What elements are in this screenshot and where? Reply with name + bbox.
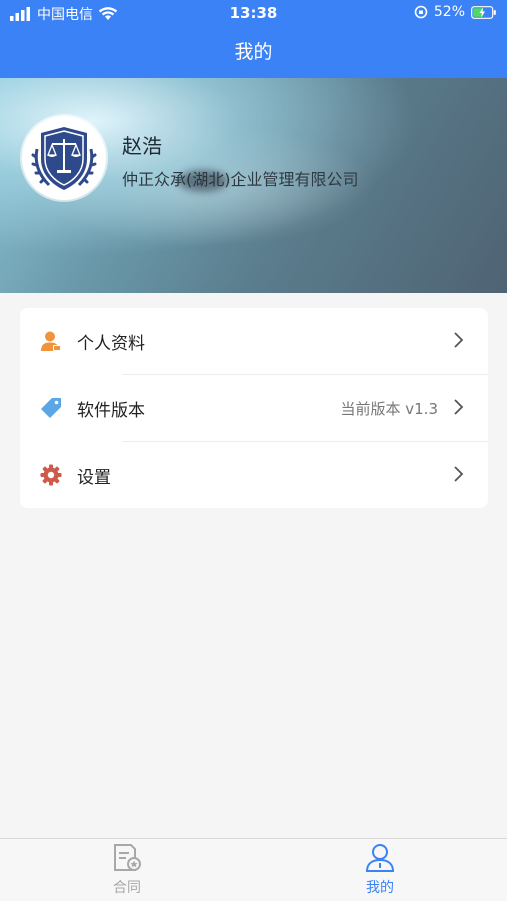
menu-card: 个人资料 软件版本 当前版本 v1.3 设置: [20, 308, 488, 508]
menu-item-label: 设置: [77, 468, 111, 488]
user-profile-icon: [41, 331, 61, 351]
menu-item-label: 软件版本: [77, 401, 145, 421]
chevron-right-icon: [454, 466, 464, 482]
page-title: 我的: [234, 41, 273, 63]
gear-icon: [40, 464, 62, 486]
battery-charging-icon: [471, 5, 496, 19]
tab-label: 我的: [366, 880, 394, 896]
version-value: 当前版本 v1.3: [340, 400, 438, 418]
status-right: 52%: [414, 4, 497, 20]
tag-icon: [41, 398, 61, 418]
chevron-right-icon: [454, 399, 464, 415]
orientation-lock-icon: [414, 5, 428, 19]
justice-emblem-icon: [31, 127, 97, 190]
avatar[interactable]: [22, 116, 106, 200]
blur-smudge: [178, 170, 228, 192]
company-name: 仲正众承(湖北)企业管理有限公司: [122, 170, 359, 189]
profile-banner: 赵浩 仲正众承(湖北)企业管理有限公司: [0, 78, 507, 293]
tab-mine[interactable]: 我的: [320, 843, 440, 897]
user-name: 赵浩: [122, 134, 162, 158]
menu-item-profile[interactable]: 个人资料: [20, 308, 488, 374]
contract-icon: [114, 844, 141, 871]
tab-label: 合同: [113, 880, 141, 896]
nav-bar: 我的: [0, 28, 507, 78]
menu-item-label: 个人资料: [77, 334, 145, 354]
chevron-right-icon: [454, 332, 464, 348]
tab-contract[interactable]: 合同: [67, 843, 187, 897]
status-bar: 中国电信 13:38 52%: [0, 0, 507, 28]
menu-item-settings[interactable]: 设置: [20, 442, 488, 508]
person-icon: [365, 844, 395, 872]
tab-bar: 合同 我的: [0, 838, 507, 901]
battery-percent: 52%: [433, 4, 465, 20]
menu-item-version[interactable]: 软件版本 当前版本 v1.3: [20, 375, 488, 441]
